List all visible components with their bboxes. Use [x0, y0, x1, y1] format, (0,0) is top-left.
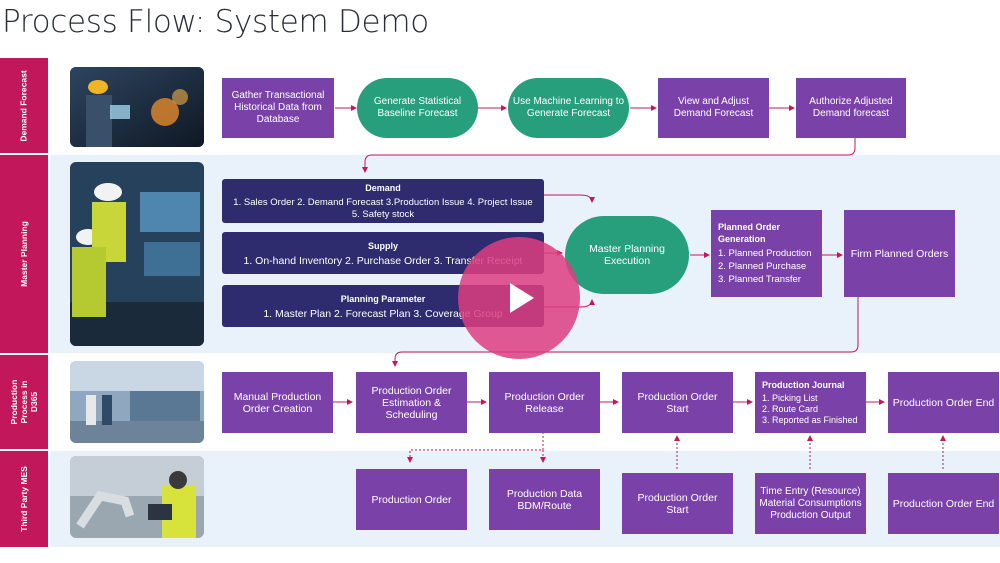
- node-mes-production-data: Production Data BDM/Route: [489, 469, 600, 530]
- node-planned-order-generation: Planned Order Generation 1. Planned Prod…: [711, 210, 822, 297]
- node-production-journal: Production Journal 1. Picking List 2. Ro…: [755, 372, 866, 433]
- planned-order-item: 2. Planned Purchase: [718, 261, 807, 272]
- node-order-end: Production Order End: [888, 372, 999, 433]
- node-mes-time-entry: Time Entry (Resource) Material Consumpti…: [755, 473, 866, 534]
- node-machine-learning: Use Machine Learning to Generate Forecas…: [508, 78, 629, 138]
- box-demand: Demand 1. Sales Order 2. Demand Forecast…: [222, 179, 544, 223]
- node-manual-production-order: Manual Production Order Creation: [222, 372, 333, 433]
- journal-item: 2. Route Card: [762, 404, 819, 414]
- node-order-start: Production Order Start: [622, 372, 733, 433]
- play-icon: [510, 283, 534, 313]
- node-mes-order-start: Production Order Start: [622, 473, 733, 534]
- parameter-title: Planning Parameter: [340, 293, 426, 304]
- node-firm-planned-orders: Firm Planned Orders: [844, 210, 955, 297]
- demand-body: 1. Sales Order 2. Demand Forecast 3.Prod…: [233, 196, 533, 220]
- play-button[interactable]: [458, 237, 580, 359]
- node-order-release: Production Order Release: [489, 372, 600, 433]
- node-estimation-scheduling: Production Order Estimation & Scheduling: [356, 372, 467, 433]
- planned-order-item: 3. Planned Transfer: [718, 274, 801, 285]
- node-gather-data: Gather Transactional Historical Data fro…: [222, 78, 334, 138]
- journal-title: Production Journal: [762, 380, 845, 390]
- node-mes-order-end: Production Order End: [888, 473, 999, 534]
- planned-order-item: 1. Planned Production: [718, 248, 812, 259]
- journal-item: 3. Reported as Finished: [762, 415, 858, 425]
- node-master-planning-execution: Master Planning Execution: [565, 216, 689, 294]
- demand-title: Demand: [365, 182, 401, 193]
- supply-title: Supply: [367, 240, 398, 251]
- node-generate-baseline: Generate Statistical Baseline Forecast: [357, 78, 478, 138]
- planned-order-title: Planned Order Generation: [718, 222, 781, 244]
- node-mes-production-order: Production Order: [356, 469, 467, 530]
- journal-item: 1. Picking List: [762, 393, 818, 403]
- node-authorize: Authorize Adjusted Demand forecast: [796, 78, 906, 138]
- node-view-adjust: View and Adjust Demand Forecast: [658, 78, 769, 138]
